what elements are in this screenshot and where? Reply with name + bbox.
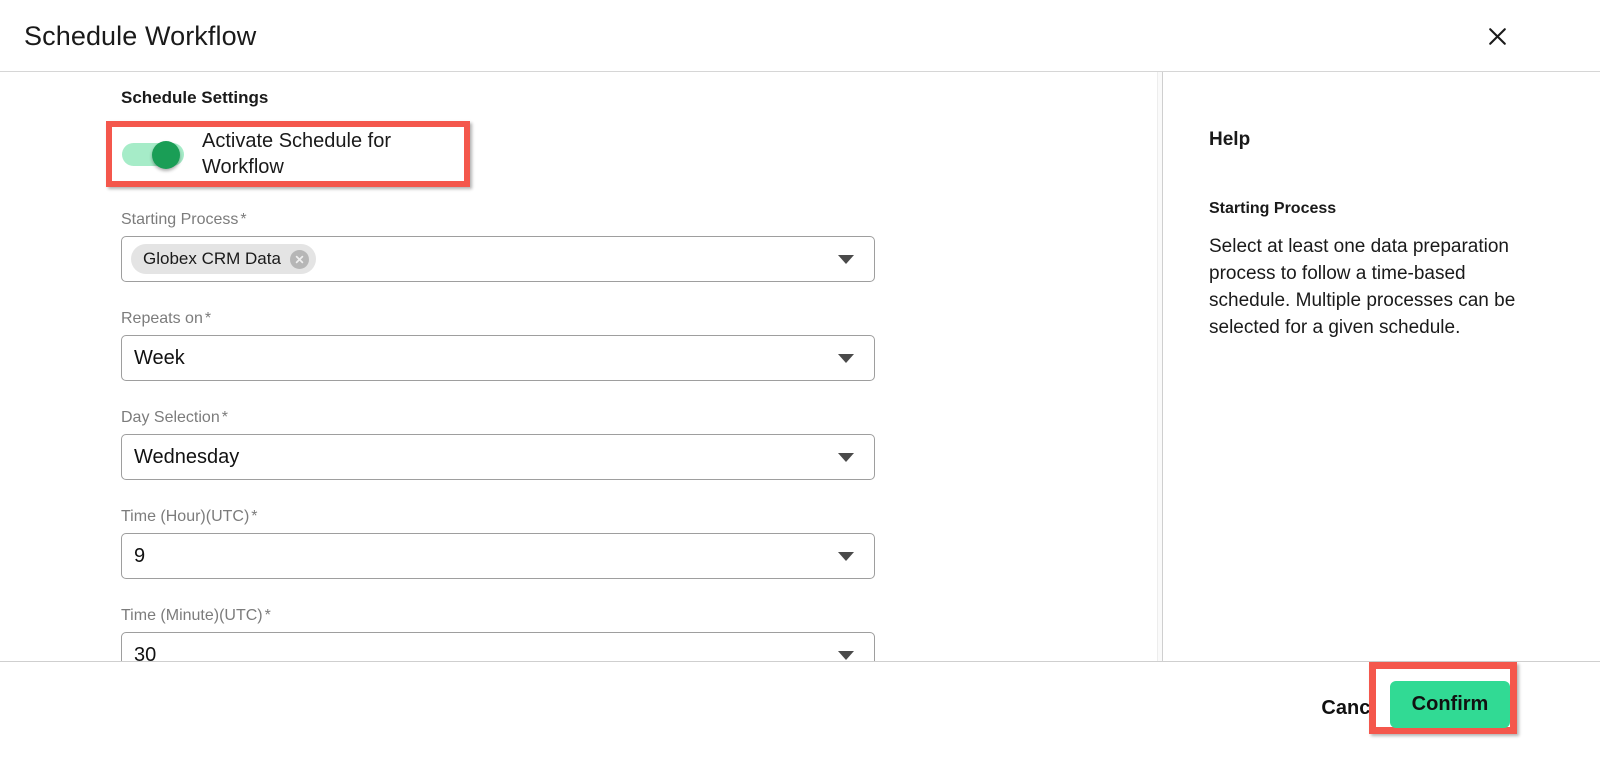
chevron-down-icon [838,651,854,660]
day-selection-select[interactable]: Wednesday [121,434,875,480]
field-label-day-selection: Day Selection * [121,409,228,426]
field-time-minute-utc: Time (Minute)(UTC) * 30 [121,605,875,661]
help-panel: Help Starting Process Select at least on… [1162,72,1600,661]
chevron-down-icon [838,453,854,462]
chip-remove-icon[interactable] [289,249,309,269]
activate-schedule-toggle[interactable] [122,140,184,169]
repeats-on-value: Week [134,347,185,369]
repeats-on-select[interactable]: Week [121,335,875,381]
help-section-title: Starting Process [1209,200,1337,217]
time-hour-utc-value: 9 [134,545,146,567]
close-button[interactable] [1480,19,1514,53]
field-day-selection: Day Selection * Wednesday [121,407,875,480]
chevron-down-icon [838,552,854,561]
time-hour-utc-select[interactable]: 9 [121,533,875,579]
close-icon [1487,26,1508,47]
starting-process-select[interactable]: Globex CRM Data [121,236,875,282]
help-title: Help [1209,129,1251,150]
toggle-thumb [152,140,180,169]
chevron-down-icon [838,255,854,264]
form-scroll-region: Schedule Settings Activate Schedule for … [0,72,1162,661]
help-body-text: Select at least one data preparation pro… [1209,236,1516,338]
chip-label: Globex CRM Data [143,249,281,268]
dialog-header: Schedule Workflow [0,0,1600,72]
chip-globex-crm-data[interactable]: Globex CRM Data [131,244,316,274]
field-label-time-hour-utc: Time (Hour)(UTC) * [121,508,258,525]
field-starting-process: Starting Process * Globex CRM Data [121,209,875,282]
field-label-starting-process: Starting Process * [121,211,247,228]
dialog-footer: Cancel [0,661,1600,759]
activate-schedule-label: Activate Schedule for Workflow [202,130,391,178]
field-repeats-on: Repeats on * Week [121,308,875,381]
confirm-highlight-box: Confirm [1369,662,1517,734]
schedule-settings-heading: Schedule Settings [121,88,269,107]
field-label-time-minute-utc: Time (Minute)(UTC) * [121,607,271,624]
time-minute-utc-select[interactable]: 30 [121,632,875,661]
form-content: Schedule Settings Activate Schedule for … [0,72,1162,661]
page-title: Schedule Workflow [24,21,257,51]
field-time-hour-utc: Time (Hour)(UTC) * 9 [121,506,875,579]
chevron-down-icon [838,354,854,363]
activate-schedule-toggle-row[interactable]: Activate Schedule for Workflow [112,127,464,181]
field-label-repeats-on: Repeats on * [121,310,212,327]
confirm-button[interactable]: Confirm [1390,681,1510,728]
day-selection-value: Wednesday [134,446,240,468]
dialog-body: Schedule Settings Activate Schedule for … [0,72,1600,661]
schedule-workflow-dialog: Schedule Workflow Schedule Settings Acti… [0,0,1600,759]
activate-schedule-highlight-box: Activate Schedule for Workflow [106,121,470,187]
time-minute-utc-value: 30 [134,644,157,661]
